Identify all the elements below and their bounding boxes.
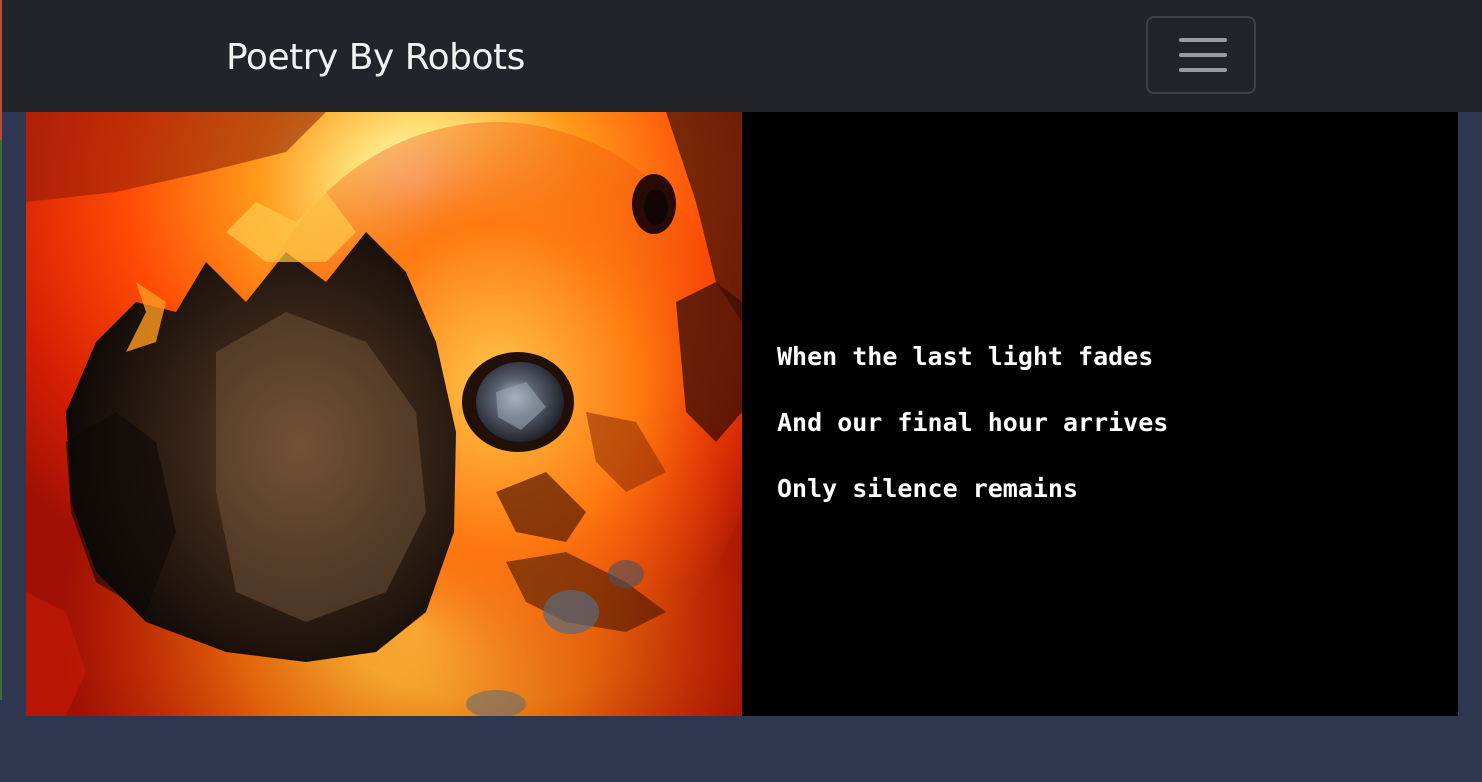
navbar-toggler-button[interactable] [1146, 16, 1256, 94]
navbar: Poetry By Robots [0, 0, 1482, 112]
window-edge [0, 0, 2, 782]
hamburger-bar [1179, 38, 1227, 42]
poem-line: Only silence remains [777, 474, 1079, 503]
navbar-brand[interactable]: Poetry By Robots [226, 36, 525, 80]
hamburger-bar [1179, 53, 1227, 57]
poem-text: When the last light fades And our final … [777, 324, 1168, 522]
burning-skull-artwork [26, 112, 742, 716]
poem-card: When the last light fades And our final … [26, 112, 1458, 716]
poem-line: When the last light fades [777, 342, 1154, 371]
poem-line: And our final hour arrives [777, 408, 1169, 437]
hamburger-bar [1179, 68, 1227, 72]
